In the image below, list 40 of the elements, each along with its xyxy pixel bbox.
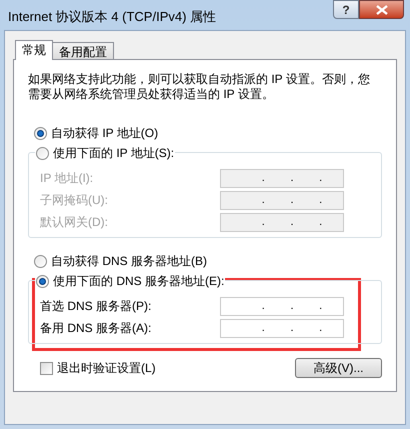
- tab[interactable]: 备用配置: [52, 42, 114, 59]
- separator-dot: .: [290, 172, 294, 184]
- field-label: 默认网关(D):: [40, 214, 109, 231]
- radio-button[interactable]: [36, 146, 49, 160]
- description-text: 如果网络支持此功能，则可以获取自动指派的 IP 设置。否则，您需要从网络系统管理员处获得适当的 IP 设置。: [28, 72, 371, 102]
- separator-dot: .: [262, 216, 265, 228]
- separator-dot: .: [290, 216, 294, 228]
- radio-label: 使用下面的 DNS 服务器地址(E):: [53, 273, 224, 290]
- separator-dot: .: [290, 194, 294, 206]
- radio-button[interactable]: [34, 126, 47, 140]
- checkbox[interactable]: [40, 362, 53, 374]
- radio-label: 自动获得 DNS 服务器地址(B): [51, 253, 207, 270]
- separator-dot: .: [262, 300, 265, 312]
- ip-address-field[interactable]: . . .: [220, 318, 344, 338]
- separator-dot: .: [319, 194, 322, 206]
- field-label: 备用 DNS 服务器(A):: [40, 320, 152, 337]
- radio-label: 自动获得 IP 地址(O): [51, 125, 158, 142]
- radio-button[interactable]: [34, 254, 47, 268]
- separator-dot: .: [262, 172, 265, 184]
- checkbox-label: 退出时验证设置(L): [57, 360, 156, 377]
- field-label: IP 地址(I):: [40, 170, 94, 187]
- separator-dot: .: [290, 322, 294, 334]
- field-label: 首选 DNS 服务器(P):: [40, 298, 152, 315]
- close-button[interactable]: [359, 0, 404, 19]
- separator-dot: .: [262, 194, 265, 206]
- radio-label: 使用下面的 IP 地址(S):: [53, 145, 174, 162]
- separator-dot: .: [319, 216, 322, 228]
- separator-dot: .: [262, 322, 265, 334]
- separator-dot: .: [319, 322, 322, 334]
- separator-dot: .: [319, 172, 322, 184]
- ip-address-field[interactable]: . . .: [220, 296, 344, 316]
- radio-button[interactable]: [36, 274, 49, 288]
- close-icon: [376, 4, 388, 14]
- tab[interactable]: 常规: [15, 40, 53, 60]
- separator-dot: .: [319, 300, 322, 312]
- field-label: 子网掩码(U):: [40, 192, 109, 209]
- advanced-button[interactable]: 高级(V)...: [295, 358, 382, 378]
- separator-dot: .: [290, 300, 294, 312]
- help-button[interactable]: ?: [333, 0, 359, 19]
- window-title: Internet 协议版本 4 (TCP/IPv4) 属性: [8, 8, 216, 26]
